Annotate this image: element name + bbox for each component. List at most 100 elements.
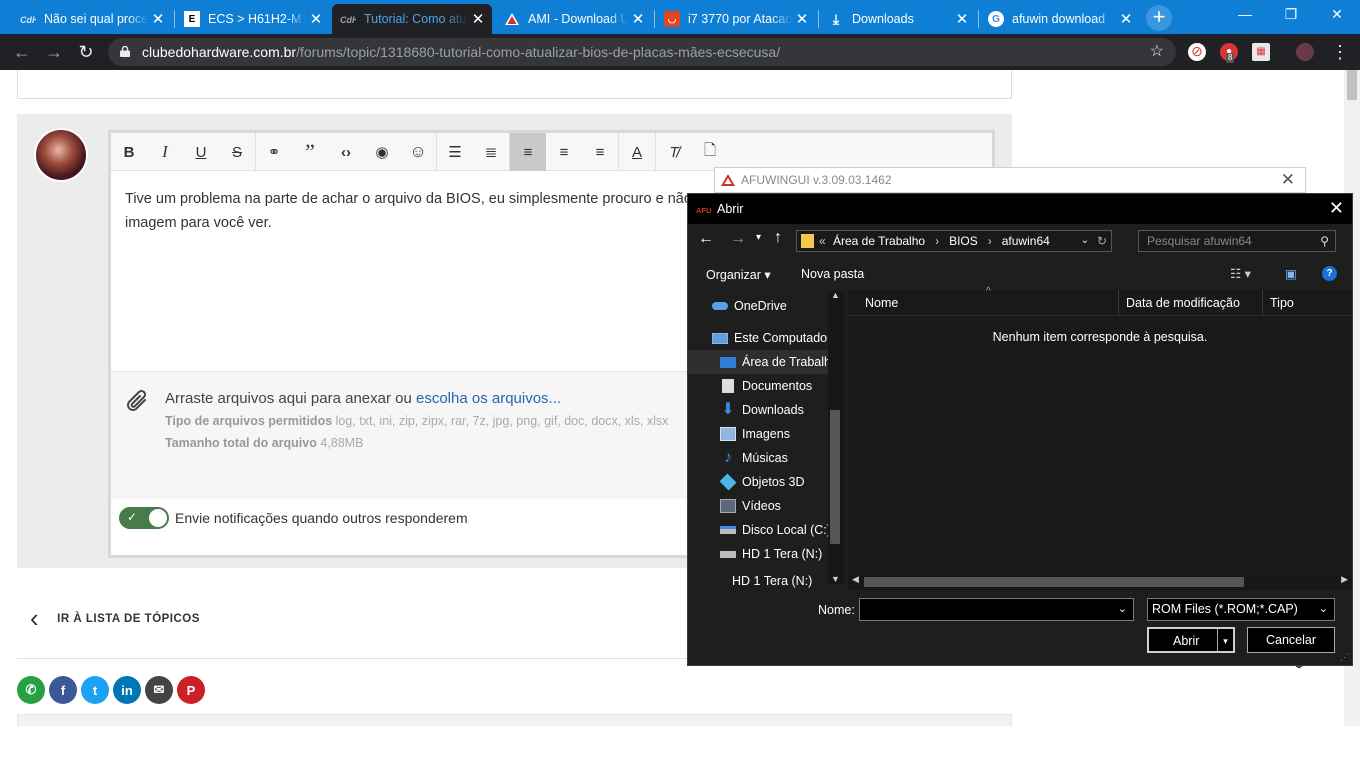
organize-menu[interactable]: Organizar ▾ xyxy=(706,267,771,282)
facebook-icon[interactable]: f xyxy=(49,676,77,704)
dialog-address-bar[interactable]: « Área de Trabalho › BIOS › afuwin64 ⌄ ↻ xyxy=(796,230,1112,252)
up-arrow-icon[interactable]: ↑ xyxy=(774,229,782,247)
nav-this-pc[interactable]: Este Computador xyxy=(712,326,831,350)
twitter-icon[interactable]: t xyxy=(81,676,109,704)
preview-icon[interactable]: 🗋 xyxy=(692,133,728,171)
tab-0[interactable]: CdH Não sei qual processador ✕ xyxy=(12,4,172,34)
new-folder-button[interactable]: Nova pasta xyxy=(801,267,864,281)
scroll-up-icon[interactable]: ▲ xyxy=(831,290,840,300)
breadcrumb-item[interactable]: Área de Trabalho xyxy=(833,234,925,248)
calendar-extension-icon[interactable]: ▦ xyxy=(1252,43,1270,61)
breadcrumb-item[interactable]: BIOS xyxy=(949,234,978,248)
close-icon[interactable]: ✕ xyxy=(148,10,168,28)
notify-toggle-row[interactable]: ✓ Envie notificações quando outros respo… xyxy=(119,506,468,530)
notify-toggle[interactable]: ✓ xyxy=(119,507,169,529)
clear-format-icon[interactable]: T̸ xyxy=(656,133,692,171)
help-icon[interactable]: ? xyxy=(1322,266,1337,281)
chevron-down-icon[interactable]: ⌄ xyxy=(1319,599,1328,620)
tab-6[interactable]: G afuwin download ✕ xyxy=(980,4,1140,34)
preview-pane-icon[interactable]: ▣ xyxy=(1285,266,1297,281)
recent-chevron-icon[interactable]: ▾ xyxy=(756,232,761,243)
nav-desktop[interactable]: Área de Trabalho xyxy=(688,350,838,374)
avatar[interactable] xyxy=(34,128,88,182)
scroll-down-icon[interactable]: ▼ xyxy=(831,574,840,584)
nav-drive-n-2[interactable]: HD 1 Tera (N:) xyxy=(732,572,812,590)
close-icon[interactable]: ✕ xyxy=(628,10,648,28)
tab-3[interactable]: AMI - Download Utilities ✕ xyxy=(496,4,652,34)
horizontal-scrollbar[interactable]: ◀ ▶ xyxy=(848,574,1352,590)
window-close-button[interactable]: ✕ xyxy=(1314,0,1360,30)
bold-icon[interactable]: B xyxy=(111,133,147,171)
filename-input[interactable]: ⌄ xyxy=(859,598,1134,621)
column-type[interactable]: Tipo xyxy=(1270,296,1294,310)
nav-drive-c[interactable]: Disco Local (C:) xyxy=(720,518,831,542)
align-center-icon[interactable]: ≡ xyxy=(546,133,582,171)
chevron-down-icon[interactable]: ⌄ xyxy=(1081,231,1089,251)
tab-5[interactable]: ⤓ Downloads ✕ xyxy=(820,4,976,34)
pinterest-icon[interactable]: P xyxy=(177,676,205,704)
column-name[interactable]: Nome xyxy=(865,296,898,310)
minimize-button[interactable]: — xyxy=(1222,0,1268,30)
tab-2[interactable]: CdH Tutorial: Como atualizar ✕ xyxy=(332,4,492,34)
close-icon[interactable]: ✕ xyxy=(468,10,488,28)
forward-arrow-icon[interactable]: → xyxy=(730,230,746,248)
resize-grip-icon[interactable]: ⋰ xyxy=(1340,652,1349,663)
underline-icon[interactable]: U xyxy=(183,133,219,171)
nav-3d-objects[interactable]: Objetos 3D xyxy=(719,470,805,494)
nav-downloads[interactable]: ⬇ Downloads xyxy=(720,398,804,422)
spoiler-eye-icon[interactable]: ◉ xyxy=(364,133,400,171)
dialog-search-input[interactable]: Pesquisar afuwin64 ⚲ xyxy=(1138,230,1336,252)
scroll-right-icon[interactable]: ▶ xyxy=(1341,574,1348,585)
close-icon[interactable]: ✕ xyxy=(1281,168,1295,192)
new-tab-button[interactable]: + xyxy=(1146,5,1172,31)
bullet-list-icon[interactable]: ☰ xyxy=(437,133,473,171)
back-button[interactable]: ← xyxy=(10,40,34,64)
restore-button[interactable]: ❐ xyxy=(1268,0,1314,30)
italic-icon[interactable]: I xyxy=(147,133,183,171)
whatsapp-icon[interactable]: ✆ xyxy=(17,676,45,704)
emoji-icon[interactable]: ☺ xyxy=(400,133,436,171)
close-icon[interactable]: ✕ xyxy=(952,10,972,28)
open-split-chevron-icon[interactable]: ▾ xyxy=(1217,629,1233,651)
linkedin-icon[interactable]: in xyxy=(113,676,141,704)
reload-button[interactable]: ↻ xyxy=(74,40,98,64)
forward-button[interactable]: → xyxy=(42,40,66,64)
breadcrumb-item[interactable]: afuwin64 xyxy=(1002,234,1050,248)
tab-1[interactable]: E ECS > H61H2-M1 ✕ xyxy=(176,4,330,34)
adblock-icon[interactable]: ⊘ xyxy=(1188,43,1206,61)
email-icon[interactable]: ✉ xyxy=(145,676,173,704)
quote-icon[interactable]: ” xyxy=(292,133,328,171)
address-bar[interactable]: clubedohardware.com.br/forums/topic/1318… xyxy=(108,38,1176,66)
file-type-select[interactable]: ROM Files (*.ROM;*.CAP) ⌄ xyxy=(1147,598,1335,621)
nav-drive-n[interactable]: HD 1 Tera (N:) xyxy=(720,542,822,566)
scroll-left-icon[interactable]: ◀ xyxy=(852,574,859,585)
choose-files-link[interactable]: escolha os arquivos... xyxy=(416,390,561,407)
link-icon[interactable]: ⚭ xyxy=(256,133,292,171)
close-icon[interactable]: ✕ xyxy=(1116,10,1136,28)
numbered-list-icon[interactable]: ≣ xyxy=(473,133,509,171)
align-left-icon[interactable]: ≡ xyxy=(510,133,546,171)
chevron-down-icon[interactable]: ⌄ xyxy=(1118,599,1127,620)
close-icon[interactable]: ✕ xyxy=(1329,198,1344,219)
nav-music[interactable]: ♪ Músicas xyxy=(720,446,788,470)
menu-icon[interactable]: ⋮ xyxy=(1328,40,1352,64)
align-right-icon[interactable]: ≡ xyxy=(582,133,618,171)
profile-avatar[interactable] xyxy=(1296,43,1314,61)
extension-icon[interactable]: ● 8 xyxy=(1220,43,1238,63)
nav-pictures[interactable]: Imagens xyxy=(720,422,790,446)
open-button[interactable]: Abrir ▾ xyxy=(1147,627,1235,653)
refresh-icon[interactable]: ↻ xyxy=(1097,231,1107,251)
cancel-button[interactable]: Cancelar xyxy=(1247,627,1335,653)
nav-onedrive[interactable]: OneDrive xyxy=(712,294,787,318)
nav-scrollbar[interactable]: ▲ ▼ xyxy=(828,290,844,584)
strikethrough-icon[interactable]: S xyxy=(219,133,255,171)
close-icon[interactable]: ✕ xyxy=(792,10,812,28)
nav-documents[interactable]: Documentos xyxy=(720,374,812,398)
back-to-topics-link[interactable]: ‹ IR À LISTA DE TÓPICOS xyxy=(30,603,200,634)
close-icon[interactable]: ✕ xyxy=(306,10,326,28)
tab-4[interactable]: ◡ i7 3770 por Atacado ✕ xyxy=(656,4,816,34)
font-color-icon[interactable]: A xyxy=(619,133,655,171)
nav-videos[interactable]: Vídeos xyxy=(720,494,781,518)
back-arrow-icon[interactable]: ← xyxy=(698,230,714,248)
view-options-icon[interactable]: ☷ ▾ xyxy=(1230,266,1251,281)
